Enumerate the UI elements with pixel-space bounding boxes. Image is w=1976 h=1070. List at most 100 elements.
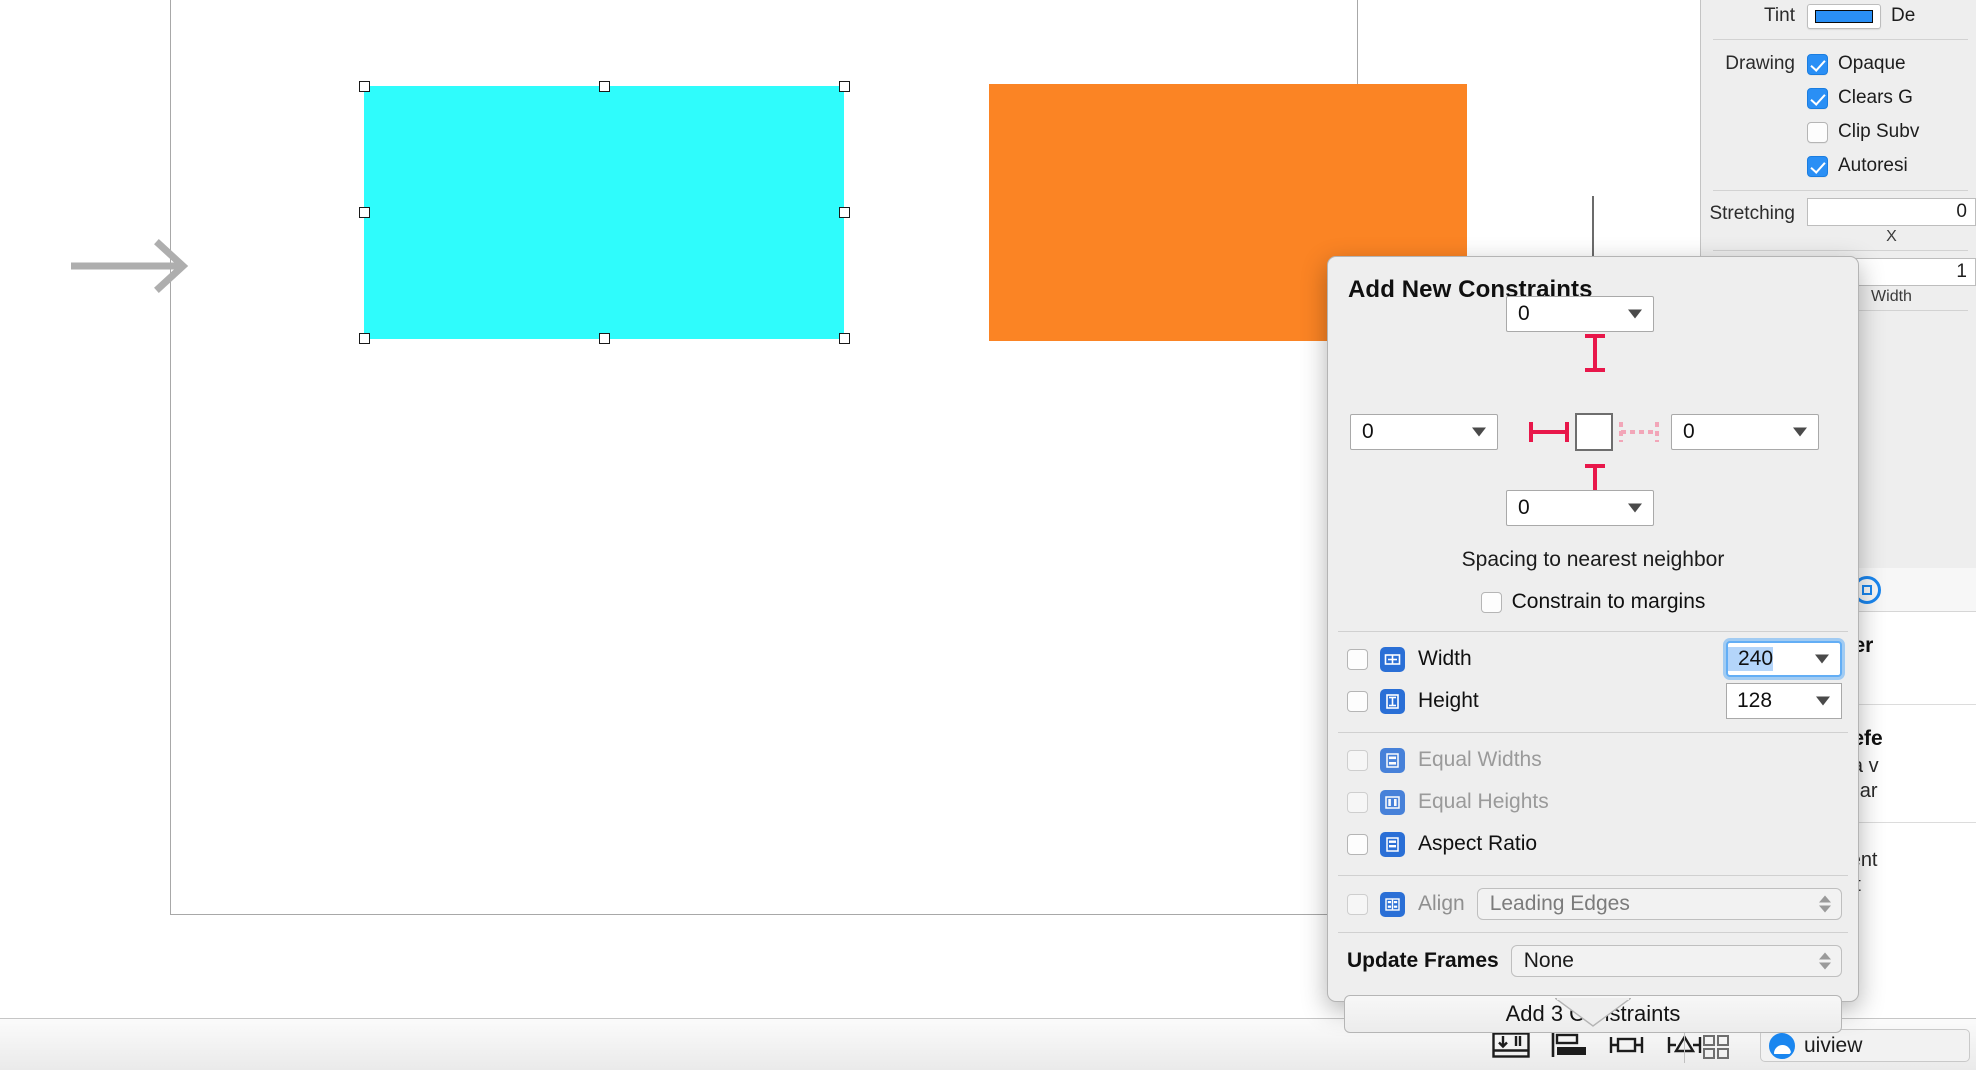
aspect-ratio-checkbox[interactable] <box>1347 833 1368 855</box>
spacing-left-combo[interactable]: 0 <box>1350 414 1498 450</box>
inspector-divider-3 <box>1713 250 1968 251</box>
height-value-combo[interactable]: 128 <box>1726 683 1842 719</box>
chevron-down-icon[interactable] <box>1472 427 1486 437</box>
tint-color-well[interactable] <box>1807 3 1881 29</box>
align-row[interactable]: Align Leading Edges <box>1328 880 1858 928</box>
stretching-x-axis-label: X <box>1886 228 1897 245</box>
height-checkbox[interactable] <box>1347 690 1368 712</box>
clears-graphics-context-checkbox[interactable] <box>1807 87 1828 109</box>
uiview-object-inner-icon <box>1773 1044 1791 1054</box>
equal-heights-checkbox[interactable] <box>1347 791 1368 813</box>
width-checkbox[interactable] <box>1347 648 1368 670</box>
selection-handle-top-left[interactable] <box>359 81 370 92</box>
align-checkbox[interactable] <box>1347 893 1368 915</box>
chevron-down-icon[interactable] <box>1793 427 1807 437</box>
align-select[interactable]: Leading Edges <box>1476 888 1842 920</box>
spacing-top-value: 0 <box>1518 302 1530 325</box>
width-label: Width <box>1418 647 1472 670</box>
popover-tail <box>1552 996 1634 1028</box>
view-controller-scene[interactable] <box>71 0 1467 915</box>
popover-divider-2 <box>1338 732 1848 733</box>
drawing-row-clears-graphics[interactable]: Clears G <box>1701 81 1976 115</box>
align-value: Leading Edges <box>1489 892 1630 915</box>
update-frames-row[interactable]: Update Frames None <box>1328 937 1858 985</box>
cyan-view[interactable] <box>364 86 844 339</box>
align-tool-icon[interactable] <box>1491 1028 1531 1062</box>
height-label: Height <box>1418 689 1479 712</box>
resolve-issues-tool-icon[interactable] <box>1607 1028 1647 1062</box>
tint-label: Tint <box>1764 5 1795 26</box>
resizing-behaviour-tool-icon[interactable] <box>1665 1028 1705 1062</box>
drawing-row-clip-subviews[interactable]: Clip Subv <box>1701 115 1976 149</box>
width-constraint-row[interactable]: Width 240 <box>1328 638 1858 680</box>
spacing-center-target[interactable] <box>1575 413 1613 451</box>
selection-handle-top-right[interactable] <box>839 81 850 92</box>
equal-heights-icon <box>1380 789 1405 815</box>
aspect-ratio-icon <box>1380 831 1405 857</box>
spacing-right-value: 0 <box>1683 420 1695 443</box>
height-value: 128 <box>1737 689 1773 712</box>
height-constraint-icon <box>1380 688 1405 714</box>
clip-subviews-checkbox[interactable] <box>1807 121 1828 143</box>
chevron-down-icon[interactable] <box>1628 309 1642 319</box>
library-grid-icon[interactable] <box>1702 1033 1732 1066</box>
align-icon <box>1380 891 1405 917</box>
stretching-label: Stretching <box>1709 203 1795 224</box>
inspector-divider-1 <box>1713 39 1968 40</box>
chevron-down-icon[interactable] <box>1815 654 1829 664</box>
autoresize-subviews-checkbox[interactable] <box>1807 155 1828 177</box>
constrain-to-margins-checkbox[interactable] <box>1480 591 1502 613</box>
width-value-combo[interactable]: 240 <box>1726 641 1842 677</box>
selection-handle-middle-left[interactable] <box>359 207 370 218</box>
update-frames-select[interactable]: None <box>1510 945 1842 977</box>
equal-heights-row[interactable]: Equal Heights <box>1328 781 1858 823</box>
stretching-x-field[interactable]: 0 <box>1807 198 1976 226</box>
chevron-down-icon[interactable] <box>1816 696 1830 706</box>
drawing-row-autoresize[interactable]: Autoresi <box>1701 149 1976 183</box>
selection-handle-bottom-left[interactable] <box>359 333 370 344</box>
selection-handle-bottom-right[interactable] <box>839 333 850 344</box>
spacing-right-combo[interactable]: 0 <box>1671 414 1819 450</box>
library-filter-value: uiview <box>1804 1033 1863 1057</box>
selection-handle-top-center[interactable] <box>599 81 610 92</box>
popover-divider-1 <box>1338 631 1848 632</box>
drawing-row-opaque[interactable]: Drawing Opaque <box>1701 47 1976 81</box>
clears-graphics-context-label: Clears G <box>1838 87 1913 108</box>
stepper-icon[interactable] <box>1819 952 1831 970</box>
media-object-inner-icon <box>1862 584 1873 595</box>
storyboard-entry-point-arrow <box>71 236 201 296</box>
aspect-ratio-label: Aspect Ratio <box>1418 832 1538 855</box>
spacing-left-value: 0 <box>1362 420 1374 443</box>
equal-widths-label: Equal Widths <box>1418 748 1542 771</box>
width-value: 240 <box>1728 647 1774 671</box>
spacing-widget[interactable]: 0 0 0 0 <box>1328 296 1858 544</box>
spacing-bottom-combo[interactable]: 0 <box>1506 490 1654 526</box>
tint-value: De <box>1891 5 1916 26</box>
selection-handle-middle-right[interactable] <box>839 207 850 218</box>
constrain-to-margins-label: Constrain to margins <box>1511 590 1706 613</box>
selection-handle-bottom-center[interactable] <box>599 333 610 344</box>
equal-widths-icon <box>1380 747 1405 773</box>
stretching-row[interactable]: Stretching 0 X <box>1701 198 1976 246</box>
spacing-caption: Spacing to nearest neighbor <box>1461 548 1725 571</box>
update-frames-label: Update Frames <box>1347 949 1499 972</box>
spacing-top-combo[interactable]: 0 <box>1506 296 1654 332</box>
width-constraint-icon <box>1380 646 1405 672</box>
add-new-constraints-popover[interactable]: Add New Constraints 0 0 0 0 Spacing to n… <box>1327 256 1859 1033</box>
library-filter-field[interactable]: uiview <box>1760 1029 1970 1062</box>
pin-tool-icon[interactable] <box>1549 1028 1589 1062</box>
chevron-down-icon[interactable] <box>1628 503 1642 513</box>
aspect-ratio-row[interactable]: Aspect Ratio <box>1328 823 1858 865</box>
popover-stem <box>1592 196 1594 258</box>
popover-divider-4 <box>1338 932 1848 933</box>
height-constraint-row[interactable]: Height 128 <box>1328 680 1858 722</box>
equal-widths-row[interactable]: Equal Widths <box>1328 739 1858 781</box>
stepper-icon[interactable] <box>1819 895 1831 913</box>
opaque-checkbox[interactable] <box>1807 53 1828 75</box>
tint-row[interactable]: Tint De <box>1701 0 1976 32</box>
align-label: Align <box>1418 892 1465 915</box>
equal-widths-checkbox[interactable] <box>1347 749 1368 771</box>
constrain-to-margins-row[interactable]: Constrain to margins <box>1328 590 1858 614</box>
drawing-label: Drawing <box>1725 53 1795 74</box>
opaque-label: Opaque <box>1838 53 1906 74</box>
